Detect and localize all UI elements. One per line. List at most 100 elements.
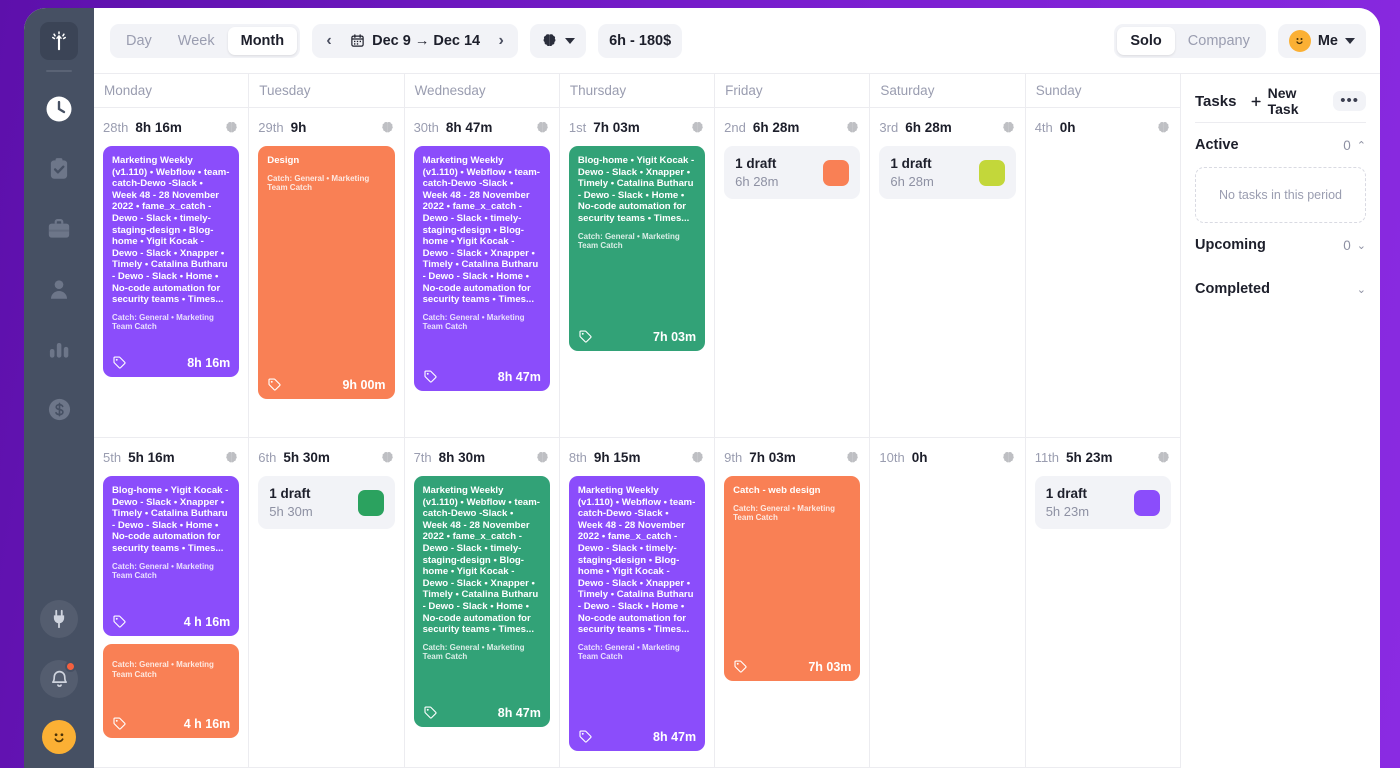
day-cell[interactable]: 2nd 6h 28m 1 draft 6h 28m: [715, 108, 871, 437]
day-number: 30th: [413, 119, 439, 135]
event-card-footer: 8h 47m: [423, 697, 541, 720]
tag-icon[interactable]: [733, 659, 748, 674]
app-logo[interactable]: [40, 22, 78, 60]
day-header: 28th 8h 16m: [103, 108, 239, 146]
event-card[interactable]: Marketing Weekly (v1.110) • Webflow • te…: [568, 476, 706, 751]
day-cell[interactable]: 30th 8h 47m Marketing Weekly (v1.110) • We…: [405, 108, 560, 437]
day-header: 30th 8h 47m: [414, 108, 550, 146]
event-card-subtitle: Catch: General • Marketing Team Catch: [112, 312, 214, 332]
day-total-hours: 0h: [1059, 119, 1076, 135]
day-number: 4th: [1034, 119, 1053, 135]
chevron-down-icon[interactable]: ⌄: [1357, 239, 1366, 252]
brain-icon[interactable]: [224, 450, 239, 465]
day-cell[interactable]: 28th 8h 16m Marketing Weekly (v1.110) • We…: [94, 108, 250, 437]
sidebar-item-reports[interactable]: [40, 330, 78, 368]
next-period-button[interactable]: ›: [490, 32, 512, 50]
date-range[interactable]: Dec 9 → Dec 14: [348, 33, 482, 49]
profile-avatar[interactable]: [42, 720, 76, 754]
sidebar-item-time-tracking[interactable]: [40, 90, 78, 128]
event-card[interactable]: Catch: General • Marketing Team Catch 4 h…: [103, 644, 240, 738]
event-card-subtitle: Catch: General • Marketing Team Catch: [422, 642, 525, 662]
draft-card[interactable]: 1 draft 5h 30m: [258, 476, 395, 529]
day-cell[interactable]: 6th 5h 30m 1 draft 5h 30m: [249, 438, 405, 767]
sidebar-item-projects[interactable]: [40, 210, 78, 248]
chevron-up-icon[interactable]: ⌃: [1357, 139, 1366, 152]
day-cell[interactable]: 10th 0h: [870, 438, 1026, 767]
sidebar-item-tasks[interactable]: [40, 150, 78, 188]
tag-icon[interactable]: [578, 329, 593, 344]
event-card-footer: 4 h 16m: [112, 708, 230, 731]
tasks-section-upcoming[interactable]: Upcoming 0 ⌄: [1195, 223, 1366, 267]
brain-icon[interactable]: [1001, 120, 1016, 135]
user-menu[interactable]: Me: [1277, 23, 1366, 58]
tag-icon[interactable]: [267, 377, 282, 392]
event-card[interactable]: Marketing Weekly (v1.110) • Webflow • te…: [103, 146, 240, 377]
brain-icon[interactable]: [535, 450, 550, 465]
brain-icon[interactable]: [1156, 450, 1171, 465]
brain-icon[interactable]: [380, 120, 395, 135]
event-card[interactable]: Catch - web design Catch: General • Marke…: [724, 476, 861, 681]
ai-memory-dropdown[interactable]: [530, 23, 587, 58]
day-cell[interactable]: 7th 8h 30m Marketing Weekly (v1.110) • Web…: [405, 438, 560, 767]
day-cell[interactable]: 1st 7h 03m Blog-home • Yigit Kocak - Dewo …: [560, 108, 716, 437]
brain-icon[interactable]: [690, 450, 705, 465]
day-cell[interactable]: 29th 9h Design Catch: General • Marketing T…: [249, 108, 405, 437]
brain-icon[interactable]: [1156, 120, 1171, 135]
sidebar-item-clients[interactable]: [40, 270, 78, 308]
tasks-more-button[interactable]: •••: [1333, 91, 1366, 111]
tag-icon[interactable]: [112, 355, 127, 370]
tasks-section-completed[interactable]: Completed ⌄: [1195, 267, 1366, 311]
tag-icon[interactable]: [578, 729, 593, 744]
view-mode-week[interactable]: Week: [165, 27, 228, 55]
tasks-section-active[interactable]: Active 0 ⌃: [1195, 123, 1366, 167]
sidebar-item-billing[interactable]: [40, 390, 78, 428]
brain-icon[interactable]: [380, 450, 395, 465]
brain-icon[interactable]: [1001, 450, 1016, 465]
sidebar-item-integrations[interactable]: [40, 600, 78, 638]
draft-card[interactable]: 1 draft 5h 23m: [1034, 476, 1171, 529]
brain-icon[interactable]: [690, 120, 705, 135]
tasks-header: Tasks New Task •••: [1195, 74, 1366, 122]
brain-icon[interactable]: [845, 120, 860, 135]
brain-icon[interactable]: [535, 120, 550, 135]
day-cell[interactable]: 5th 5h 16m Blog-home • Yigit Kocak - Dewo …: [94, 438, 250, 767]
event-card[interactable]: Marketing Weekly (v1.110) • Webflow • te…: [413, 476, 550, 727]
day-events: Design Catch: General • Marketing Team Ca…: [258, 146, 395, 437]
day-header: 5th 5h 16m: [103, 438, 239, 476]
prev-period-button[interactable]: ‹: [318, 32, 340, 50]
day-cell[interactable]: 3rd 6h 28m 1 draft 6h 28m: [870, 108, 1026, 437]
dollar-icon: [48, 398, 70, 420]
tasks-empty-text: No tasks in this period: [1219, 188, 1342, 202]
draft-card-duration: 5h 30m: [269, 504, 313, 519]
scope-solo[interactable]: Solo: [1117, 26, 1175, 55]
draft-card[interactable]: 1 draft 6h 28m: [879, 146, 1016, 199]
event-card[interactable]: Blog-home • Yigit Kocak - Dewo - Slack •…: [103, 476, 240, 636]
day-cell[interactable]: 11th 5h 23m 1 draft 5h 23m: [1026, 438, 1180, 767]
event-card-duration: 4 h 16m: [183, 615, 231, 629]
scope-company[interactable]: Company: [1175, 27, 1263, 55]
chevron-down-icon[interactable]: ⌄: [1357, 283, 1366, 296]
day-header: 4th 0h: [1035, 108, 1171, 146]
event-card-subtitle: Catch: General • Marketing Team Catch: [577, 231, 680, 251]
sidebar-item-notifications[interactable]: [40, 660, 78, 698]
tag-icon[interactable]: [423, 369, 438, 384]
new-task-button[interactable]: New Task: [1250, 85, 1327, 117]
view-mode-month[interactable]: Month: [227, 26, 298, 55]
event-card[interactable]: Design Catch: General • Marketing Team Ca…: [258, 146, 395, 399]
brain-icon[interactable]: [845, 450, 860, 465]
tag-icon[interactable]: [423, 705, 438, 720]
day-name-saturday: Saturday: [870, 74, 1026, 107]
tag-icon[interactable]: [112, 614, 127, 629]
view-mode-day[interactable]: Day: [113, 27, 165, 55]
draft-card[interactable]: 1 draft 6h 28m: [724, 146, 861, 199]
brain-icon[interactable]: [224, 120, 239, 135]
day-cell[interactable]: 9th 7h 03m Catch - web design Catch: Genera…: [715, 438, 871, 767]
day-cell[interactable]: 8th 9h 15m Marketing Weekly (v1.110) • Web…: [560, 438, 716, 767]
event-card[interactable]: Marketing Weekly (v1.110) • Webflow • te…: [413, 146, 550, 391]
event-card[interactable]: Blog-home • Yigit Kocak - Dewo - Slack •…: [568, 146, 706, 351]
tag-icon[interactable]: [112, 716, 127, 731]
day-cell[interactable]: 4th 0h: [1026, 108, 1180, 437]
tasks-section-upcoming-meta: 0 ⌄: [1343, 238, 1366, 253]
event-card-duration: 9h 00m: [342, 378, 386, 392]
day-number: 9th: [724, 449, 743, 465]
